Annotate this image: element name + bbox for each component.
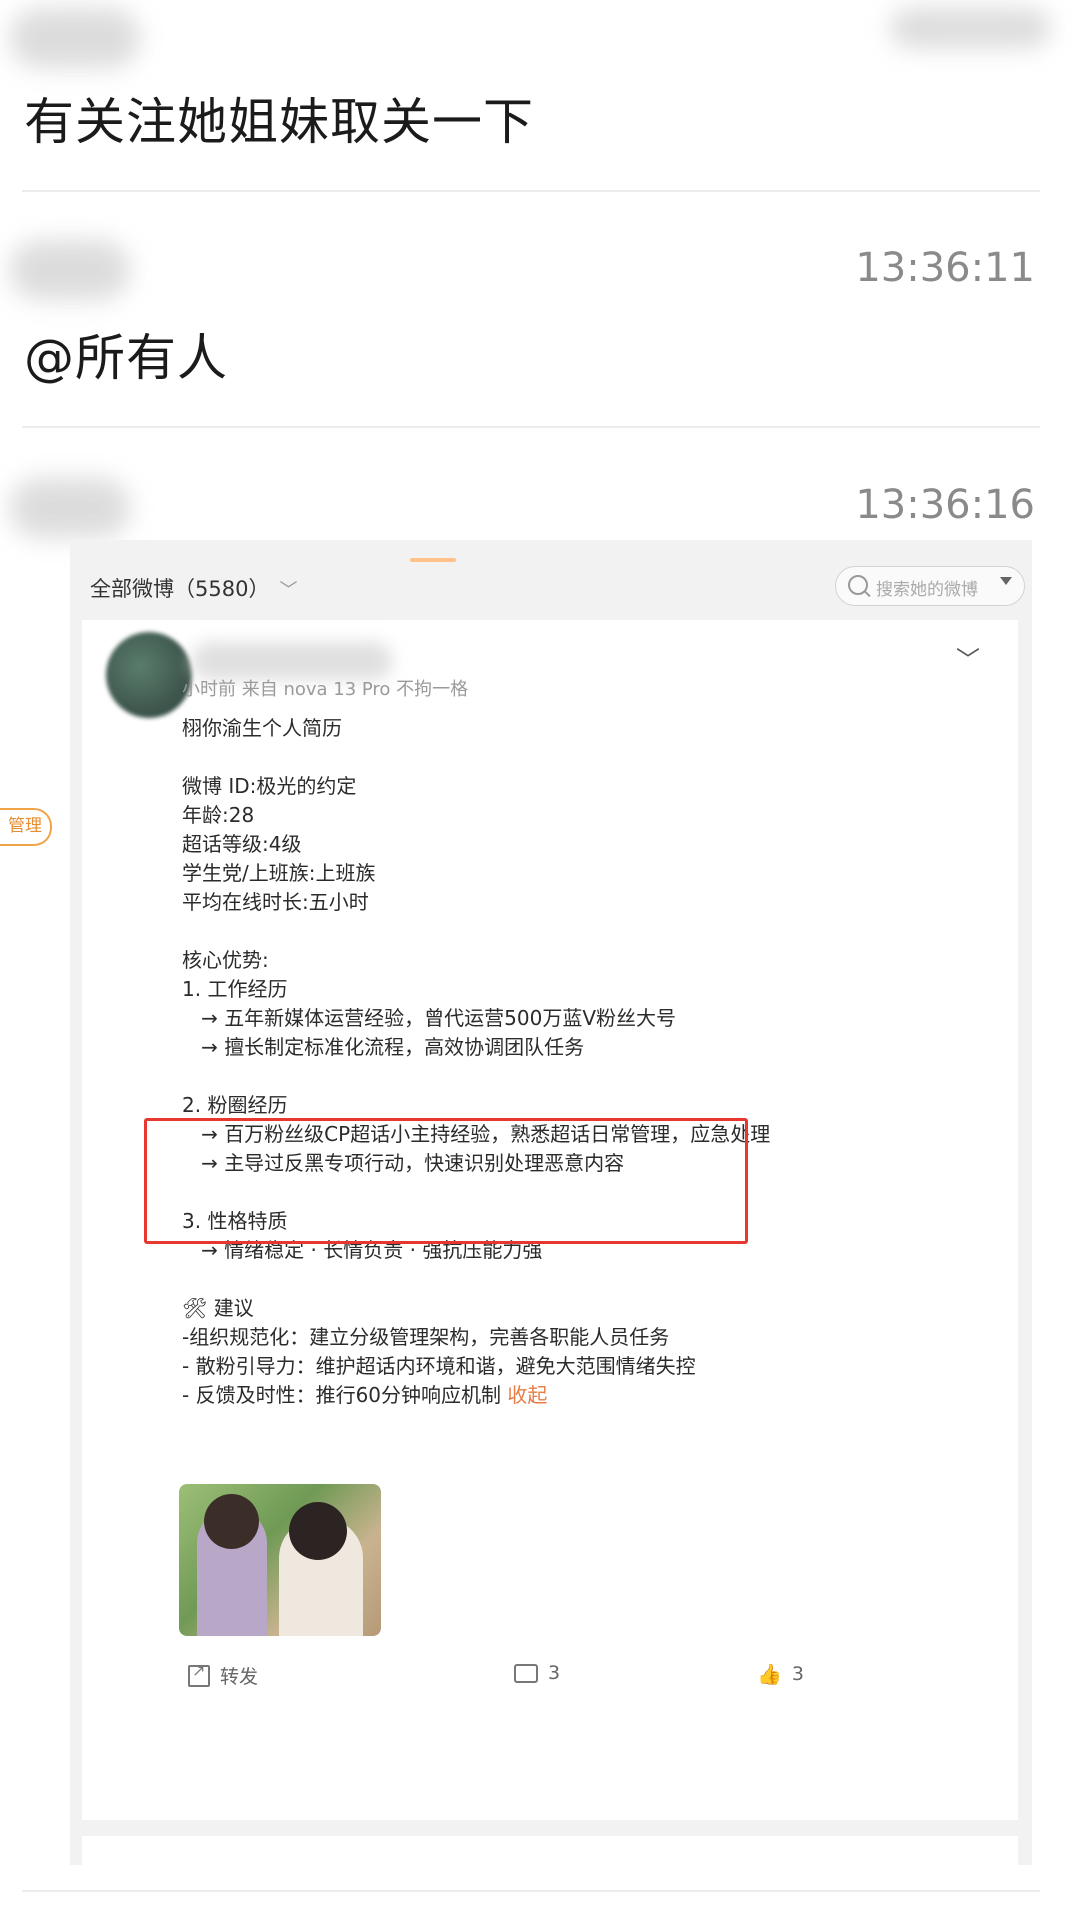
post-line: 年龄:28 [182, 801, 982, 830]
thumbs-up-icon: 👍 [757, 1662, 782, 1686]
post-line: 平均在线时长:五小时 [182, 888, 982, 917]
share-button[interactable]: 转发 [188, 1661, 259, 1689]
post-line-text: 核心优势: [182, 948, 269, 972]
person-head [204, 1494, 259, 1549]
next-post-card [82, 1836, 1018, 1865]
time-blurred [890, 8, 1050, 48]
post-line-text: 超话等级:4级 [182, 832, 302, 856]
caret-down-icon[interactable] [1000, 577, 1012, 585]
search-input[interactable]: 搜索她的微博 [835, 566, 1025, 606]
chevron-down-icon: ﹀ [279, 580, 298, 601]
filter-label: 全部微博（5580） [90, 577, 270, 601]
sender-name-blurred [10, 240, 130, 300]
post-meta: 小时前 来自 nova 13 Pro 不拘一格 [182, 679, 469, 700]
post-line-text: → 五年新媒体运营经验，曾代运营500万蓝V粉丝大号 [182, 1006, 677, 1030]
message-text: 有关注她姐妹取关一下 [24, 93, 534, 151]
collapse-link[interactable]: 收起 [507, 1383, 547, 1407]
post-line: - 散粉引导力：维护超话内环境和谐，避免大范围情绪失控 [182, 1352, 982, 1381]
side-tag: 管理 [0, 808, 52, 846]
post-line: → 擅长制定标准化流程，高效协调团队任务 [182, 1033, 982, 1062]
post-line: 2. 粉圈经历 [182, 1091, 982, 1120]
message-time: 13:36:16 [855, 482, 1035, 528]
person-head [289, 1502, 347, 1560]
like-button[interactable]: 👍 3 [757, 1662, 804, 1686]
search-icon [848, 575, 868, 595]
message-divider [22, 190, 1040, 192]
highlight-box [144, 1118, 748, 1244]
share-label: 转发 [220, 1666, 259, 1688]
active-tab-indicator [410, 558, 456, 562]
sender-name-blurred [10, 478, 130, 538]
comment-count: 3 [548, 1662, 561, 1684]
sender-name-blurred [10, 8, 140, 68]
search-placeholder: 搜索她的微博 [876, 580, 978, 600]
post-line-text: 学生党/上班族:上班族 [182, 861, 376, 885]
comment-icon [514, 1663, 538, 1683]
message-divider [22, 426, 1040, 428]
like-count: 3 [791, 1663, 804, 1685]
post-line: → 五年新媒体运营经验，曾代运营500万蓝V粉丝大号 [182, 1004, 982, 1033]
post-card: ﹀ 小时前 来自 nova 13 Pro 不拘一格 栩你渝生个人简历 微博 ID:… [82, 620, 1018, 1820]
post-line: - 反馈及时性：推行60分钟响应机制 收起 [182, 1381, 982, 1410]
chevron-down-icon[interactable]: ﹀ [956, 640, 980, 675]
message-divider [22, 1890, 1040, 1892]
post-line: 🛠 建议 [182, 1294, 982, 1323]
post-line-text: - 散粉引导力：维护超话内环境和谐，避免大范围情绪失控 [182, 1354, 696, 1378]
post-line-text: 栩你渝生个人简历 [182, 716, 342, 740]
message-time: 13:36:11 [855, 245, 1035, 291]
post-line: 微博 ID:极光的约定 [182, 772, 982, 801]
message-text: @所有人 [24, 329, 228, 387]
post-line: 学生党/上班族:上班族 [182, 859, 982, 888]
post-line: 1. 工作经历 [182, 975, 982, 1004]
post-line-text: -组织规范化：建立分级管理架构，完善各职能人员任务 [182, 1325, 670, 1349]
post-line-text: → 擅长制定标准化流程，高效协调团队任务 [182, 1035, 585, 1059]
post-line: 超话等级:4级 [182, 830, 982, 859]
post-line-text: 2. 粉圈经历 [182, 1093, 288, 1117]
post-actions: 转发 3 👍 3 [82, 1650, 1018, 1700]
filter-bar: 全部微博（5580） ﹀ 搜索她的微博 [70, 540, 1032, 612]
post-line-text: 微博 ID:极光的约定 [182, 774, 357, 798]
post-line: 栩你渝生个人简历 [182, 714, 982, 743]
share-icon [188, 1661, 210, 1687]
post-line-text: 🛠 建议 [182, 1296, 254, 1320]
image-attachment[interactable]: 全部微博（5580） ﹀ 搜索她的微博 ﹀ 小时前 来自 nova 13 Pro … [70, 540, 1032, 1865]
avatar[interactable] [106, 632, 192, 718]
post-line-text: 1. 工作经历 [182, 977, 288, 1001]
post-line: 核心优势: [182, 946, 982, 975]
filter-dropdown[interactable]: 全部微博（5580） ﹀ [90, 573, 297, 603]
post-image[interactable] [179, 1484, 381, 1636]
post-line-text: - 反馈及时性：推行60分钟响应机制 [182, 1383, 508, 1407]
post-line: -组织规范化：建立分级管理架构，完善各职能人员任务 [182, 1323, 982, 1352]
post-line-text: 平均在线时长:五小时 [182, 890, 369, 914]
post-body: 栩你渝生个人简历 微博 ID:极光的约定 年龄:28 超话等级:4级学生党/上班族:上… [182, 714, 982, 1410]
comment-button[interactable]: 3 [514, 1662, 560, 1684]
post-line-text: 年龄:28 [182, 803, 255, 827]
